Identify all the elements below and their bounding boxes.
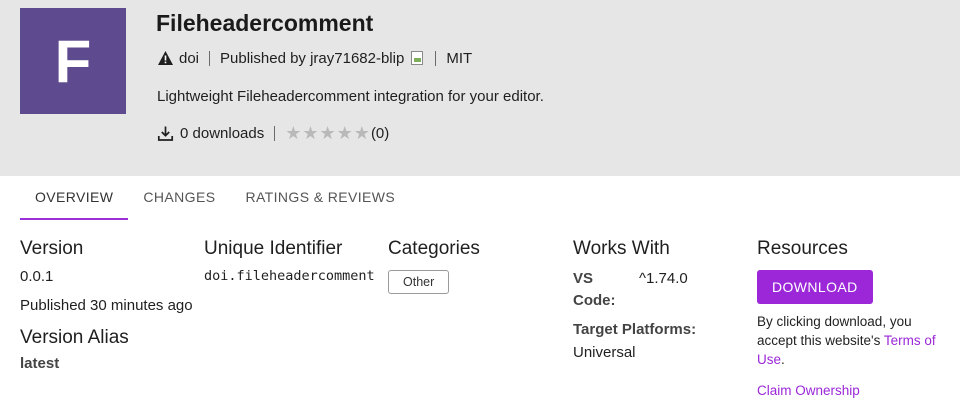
broken-image-icon [409,50,425,66]
star-icon: ★ [319,123,336,143]
resources-section: Resources DOWNLOAD By clicking download,… [757,238,947,398]
identifier-heading: Unique Identifier [204,238,343,259]
download-icon [157,126,174,141]
version-value: 0.0.1 [20,268,54,285]
divider [435,50,437,66]
publisher-short[interactable]: doi [179,50,199,67]
version-heading: Version [20,238,84,259]
star-icon: ★ [302,123,319,143]
extension-meta: doi Published by jray71682-blip MIT [157,48,472,68]
claim-ownership-link[interactable]: Claim Ownership [757,383,947,398]
tab-bar: OVERVIEW CHANGES RATINGS & REVIEWS [20,178,410,220]
target-platforms-label: Target Platforms: [573,321,697,338]
works-with-heading: Works With [573,238,670,259]
categories-section: Categories Other [388,238,480,294]
version-section: Version 0.0.1 Published 30 minutes ago V… [20,238,193,372]
rating-stars[interactable]: ★ ★ ★ ★ ★ [285,124,371,142]
extension-title: Fileheadercomment [156,10,374,36]
identifier-value: doi.fileheadercomment [204,268,375,284]
extension-stats: 0 downloads ★ ★ ★ ★ ★ (0) [157,123,389,143]
vs-code-label: VS Code: [573,270,616,309]
star-icon: ★ [336,123,353,143]
category-tag[interactable]: Other [388,270,450,294]
works-with-section: Works With VS Code: ^1.74.0 Target Platf… [573,238,696,361]
rating-count: (0) [370,124,390,142]
logo-letter: F [54,27,92,95]
tab-changes[interactable]: CHANGES [128,178,230,220]
extension-description: Lightweight Fileheadercomment integratio… [157,88,544,105]
vs-code-row: VS Code: ^1.74.0 [573,268,696,312]
extension-logo: F [20,8,126,114]
warning-icon [158,51,173,65]
identifier-section: Unique Identifier doi.fileheadercomment [204,238,375,284]
vs-code-version: ^1.74.0 [639,270,688,287]
download-count: 0 downloads [180,124,265,142]
resources-heading: Resources [757,238,848,259]
license[interactable]: MIT [446,50,472,67]
categories-heading: Categories [388,238,480,259]
download-terms-note: By clicking download, you accept this we… [757,314,936,367]
tab-overview[interactable]: OVERVIEW [20,178,129,220]
star-icon: ★ [285,123,302,143]
published-by[interactable]: Published by jray71682-blip [220,50,404,67]
tab-ratings-reviews[interactable]: RATINGS & REVIEWS [230,178,410,220]
download-button[interactable]: DOWNLOAD [757,270,873,304]
divider [209,50,211,66]
divider [274,125,276,141]
target-platforms-value: Universal [573,344,636,361]
version-alias-value: latest [20,355,60,372]
published-time: Published 30 minutes ago [20,297,193,314]
version-alias-heading: Version Alias [20,327,129,348]
star-icon: ★ [353,123,370,143]
extension-header: F Fileheadercomment doi Published by jra… [0,0,960,176]
